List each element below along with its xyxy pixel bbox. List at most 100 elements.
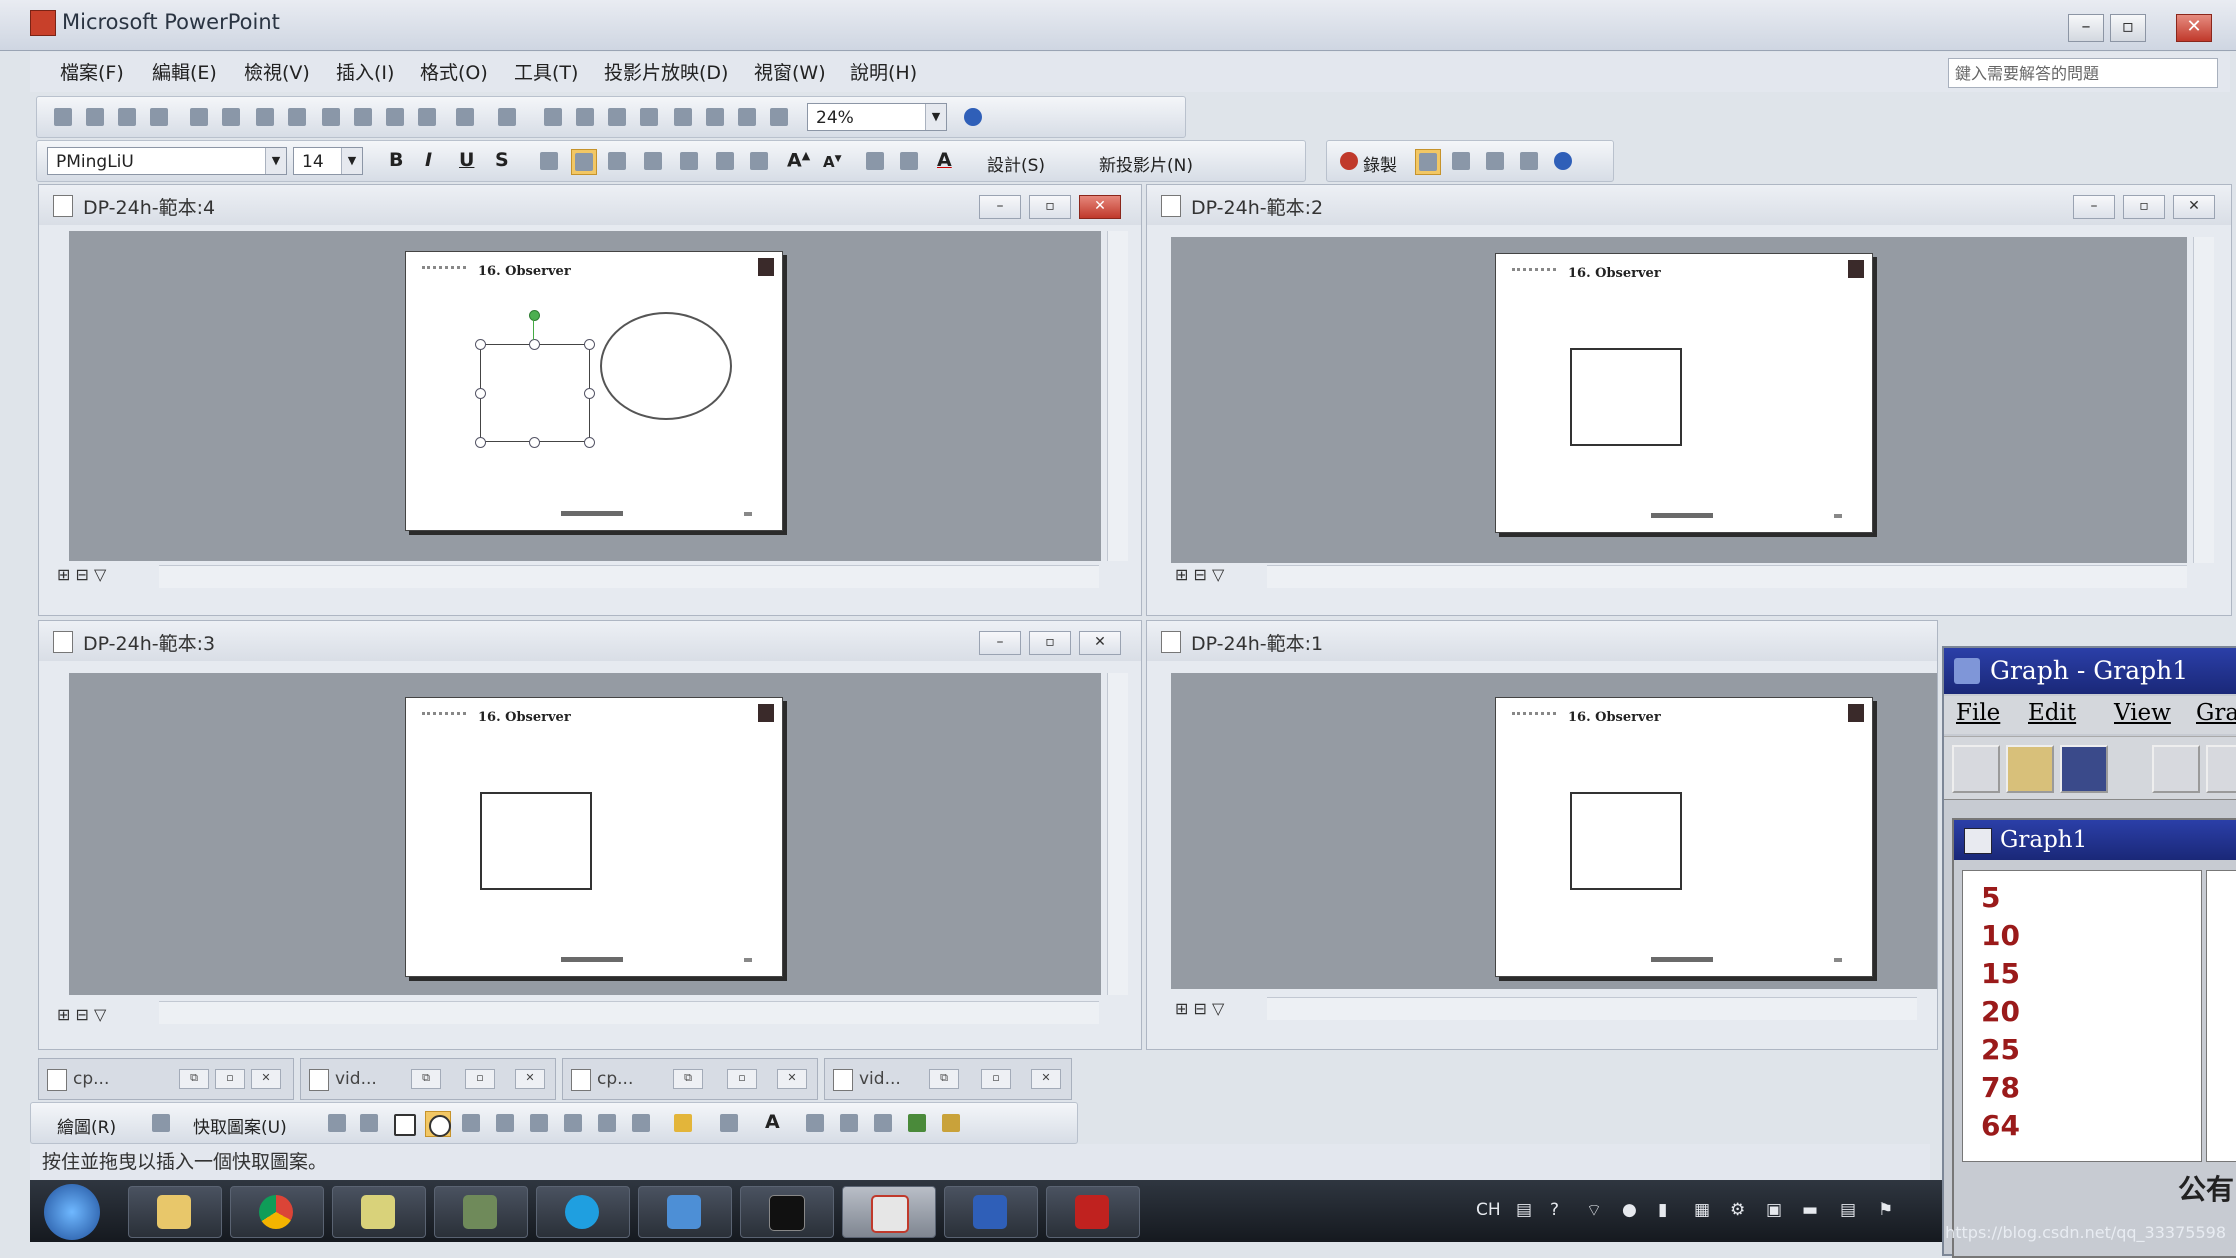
open-icon[interactable] <box>2006 745 2054 793</box>
arrow-style-icon[interactable] <box>871 1111 895 1135</box>
new-icon[interactable] <box>1952 745 2000 793</box>
formatting-icon[interactable] <box>703 105 727 129</box>
bullets-icon[interactable] <box>747 149 771 173</box>
restore-button[interactable]: ⧉ <box>411 1069 441 1089</box>
taskbar-folder[interactable] <box>332 1186 426 1238</box>
italic-button[interactable]: I <box>425 149 432 171</box>
restore-button[interactable]: ▫ <box>1029 631 1071 655</box>
table-icon[interactable] <box>573 105 597 129</box>
save-icon[interactable] <box>115 105 139 129</box>
graph-child-window[interactable]: Graph1 5 10 15 20 25 78 64 公有 <box>1952 818 2236 1258</box>
document-window-title-bar[interactable]: DP-24h-範本:2 – ▫ ✕ <box>1147 185 2231 225</box>
monitor-tray-icon[interactable]: ▣ <box>1766 1200 1782 1220</box>
record-button[interactable]: 錄製 <box>1363 151 1397 176</box>
decrease-indent-icon[interactable] <box>863 149 887 173</box>
tray-icon[interactable]: ⚙ <box>1730 1200 1745 1220</box>
taskbar-chrome[interactable] <box>230 1186 324 1238</box>
oval-icon[interactable] <box>425 1111 451 1137</box>
align-right-icon[interactable] <box>605 149 629 173</box>
help-icon[interactable]: ? <box>1550 1200 1559 1220</box>
decrease-font-icon[interactable]: A▼ <box>823 153 842 171</box>
resize-handle[interactable] <box>584 339 595 350</box>
close-button[interactable]: ✕ <box>251 1069 281 1089</box>
chat-icon[interactable]: ▬ <box>1802 1200 1818 1220</box>
font-color-icon[interactable]: A <box>765 1111 780 1133</box>
expand-icon[interactable] <box>671 105 695 129</box>
permission-icon[interactable] <box>147 105 171 129</box>
text-direction-icon[interactable] <box>677 149 701 173</box>
diagram-icon[interactable] <box>561 1111 585 1135</box>
horizontal-scrollbar[interactable] <box>1267 565 2187 588</box>
language-indicator[interactable]: CH <box>1476 1200 1501 1220</box>
select-objects-icon[interactable] <box>149 1111 173 1135</box>
minimize-button[interactable]: – <box>979 631 1021 655</box>
maximize-button[interactable]: ▫ <box>727 1069 757 1089</box>
open-icon[interactable] <box>83 105 107 129</box>
restore-button[interactable]: ⧉ <box>673 1069 703 1089</box>
minimized-window[interactable]: cp... ⧉ ▫ ✕ <box>38 1058 294 1100</box>
mail-icon[interactable] <box>1517 149 1541 173</box>
print-preview-icon[interactable] <box>219 105 243 129</box>
selected-rectangle-shape[interactable] <box>480 344 590 442</box>
slide[interactable]: 16. Observer <box>1495 253 1873 533</box>
menu-format[interactable]: 格式(O) <box>420 58 488 85</box>
bold-button[interactable]: B <box>389 149 403 171</box>
chevron-down-icon[interactable]: ▼ <box>265 148 286 174</box>
view-buttons[interactable]: ⊞ ⊟ ▽ <box>57 1005 106 1024</box>
slide-canvas[interactable]: 16. Observer <box>1171 237 2187 563</box>
font-size-combo[interactable]: 14 ▼ <box>293 147 363 175</box>
graph-menu-graph[interactable]: Grap <box>2196 700 2236 726</box>
taskbar-monitor[interactable] <box>434 1186 528 1238</box>
textbox-icon[interactable] <box>459 1111 483 1135</box>
close-button[interactable]: ✕ <box>2176 14 2212 42</box>
graph-values-list[interactable]: 5 10 15 20 25 78 64 <box>1962 870 2202 1162</box>
document-window-title-bar[interactable]: DP-24h-範本:4 – ▫ ✕ <box>39 185 1141 225</box>
menu-tools[interactable]: 工具(T) <box>514 58 578 85</box>
horizontal-scrollbar[interactable] <box>1267 997 1917 1020</box>
rotate-handle[interactable] <box>529 310 540 321</box>
undo-icon[interactable] <box>453 105 477 129</box>
numbering-icon[interactable] <box>713 149 737 173</box>
document-window-title-bar[interactable]: DP-24h-範本:1 <box>1147 621 1937 661</box>
document-window-4[interactable]: DP-24h-範本:4 – ▫ ✕ 16. Observer ⊞ ⊟ ▽ <box>38 184 1142 616</box>
font-color-icon[interactable]: A <box>937 149 952 171</box>
menu-insert[interactable]: 插入(I) <box>336 58 394 85</box>
slide[interactable]: 16. Observer <box>1495 697 1873 977</box>
resize-handle[interactable] <box>584 388 595 399</box>
flag-icon[interactable]: ⚑ <box>1878 1200 1893 1220</box>
menu-view[interactable]: 檢視(V) <box>244 58 310 85</box>
wordart-icon[interactable] <box>527 1111 551 1135</box>
graph-menu-view[interactable]: View <box>2114 700 2171 726</box>
minimize-button[interactable]: – <box>2073 195 2115 219</box>
dash-style-icon[interactable] <box>837 1111 861 1135</box>
record-icon[interactable] <box>1337 149 1361 173</box>
close-button[interactable]: ✕ <box>777 1069 807 1089</box>
resize-handle[interactable] <box>475 339 486 350</box>
resize-handle[interactable] <box>475 388 486 399</box>
slide-canvas[interactable]: 16. Observer <box>1171 673 1937 989</box>
draw-menu-button[interactable]: 繪圖(R) <box>57 1113 116 1138</box>
taskbar-word[interactable] <box>944 1186 1038 1238</box>
new-slide-button[interactable]: 新投影片(N) <box>1099 151 1193 176</box>
network-icon[interactable]: ▦ <box>1694 1200 1710 1220</box>
close-button[interactable]: ✕ <box>1079 631 1121 655</box>
menu-window[interactable]: 視窗(W) <box>754 58 826 85</box>
wifi-icon[interactable]: ⌔ <box>1586 1200 1602 1221</box>
close-button[interactable]: ✕ <box>2173 195 2215 219</box>
menu-help[interactable]: 說明(H) <box>850 58 917 85</box>
powerpoint-app-icon[interactable] <box>30 10 56 36</box>
chevron-down-icon[interactable]: ▼ <box>925 104 946 130</box>
vertical-scrollbar[interactable] <box>2193 237 2214 563</box>
format-painter-icon[interactable] <box>415 105 439 129</box>
vertical-scrollbar[interactable] <box>1107 673 1128 995</box>
restore-button[interactable]: ⧉ <box>179 1069 209 1089</box>
graph-app-icon[interactable] <box>1954 658 1980 684</box>
clipart-icon[interactable] <box>595 1111 619 1135</box>
fill-color-icon[interactable] <box>671 1111 695 1135</box>
color-icon[interactable] <box>767 105 791 129</box>
tables-borders-icon[interactable] <box>605 105 629 129</box>
rectangle-shape[interactable] <box>480 792 592 890</box>
redo-icon[interactable] <box>495 105 519 129</box>
picture-icon[interactable] <box>629 1111 653 1135</box>
research-icon[interactable] <box>285 105 309 129</box>
